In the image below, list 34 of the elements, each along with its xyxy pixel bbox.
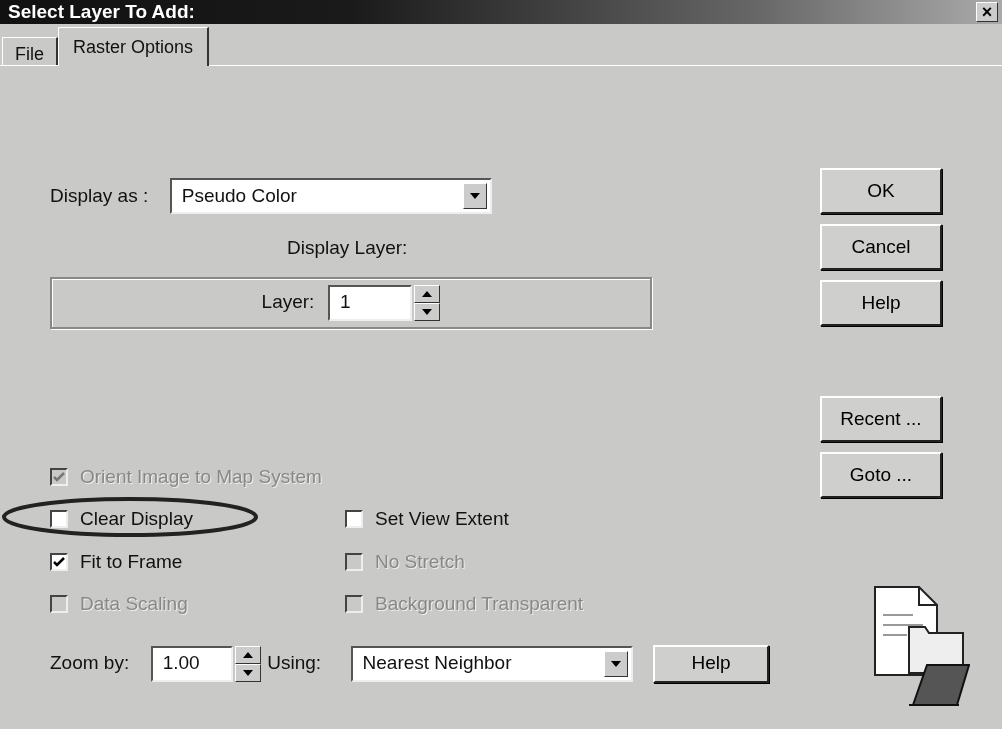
dropdown[interactable]: Nearest Neighbor [351,645,634,682]
field-label: Display as : [50,183,149,208]
dropdown[interactable]: Pseudo Color [170,178,493,214]
dialog-button[interactable]: Help [820,280,942,326]
dialog-button[interactable]: Cancel [820,224,942,270]
field-label: Using: [267,651,322,676]
spinner-buttons[interactable] [414,284,441,321]
number-field[interactable]: 1 [328,284,413,321]
checkbox[interactable] [50,510,68,529]
window-title: Select Layer To Add: [8,0,195,24]
checkbox-label: Fit to Frame [80,549,183,574]
checkbox-label: Set View Extent [375,507,509,531]
checkbox-label: No Stretch [375,549,465,574]
tab[interactable]: File [2,37,58,65]
checkbox[interactable] [345,510,363,529]
checkbox-label: Clear Display [80,507,193,531]
dialog-button[interactable]: Goto ... [820,452,942,498]
help-button[interactable]: Help [653,644,770,683]
checkbox-label: Orient Image to Map System [80,464,322,489]
checkbox-label: Data Scaling [80,592,188,616]
close-button[interactable]: × [976,2,998,22]
check-icon [53,470,65,483]
number-field[interactable]: 1.00 [151,645,234,682]
field-label: Layer: [261,290,315,315]
tab[interactable]: Raster Options [58,27,210,66]
document-folder-icon [874,586,970,706]
dialog-button[interactable]: OK [820,168,942,214]
checkbox[interactable] [50,552,68,571]
dialog-button[interactable]: Recent ... [820,396,942,442]
field-label: Zoom by: [50,651,130,676]
section-title: Display Layer: [287,236,409,260]
check-icon [53,555,65,568]
spinner-buttons[interactable] [235,645,262,682]
checkbox-label: Background Transparent [375,592,584,616]
